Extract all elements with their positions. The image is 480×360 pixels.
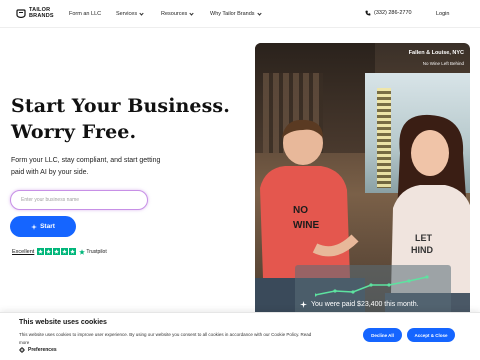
svg-text:LET: LET: [415, 233, 433, 243]
hero-photo: NO WINE LET HIND Fallen & Louise, NYC No…: [255, 43, 470, 318]
start-button[interactable]: Start: [10, 216, 76, 237]
photo-location: Fallen & Louise, NYC: [408, 50, 464, 56]
hero-subtitle: Form your LLC, stay compliant, and start…: [11, 157, 161, 176]
chevron-down-icon: [256, 10, 262, 16]
trustpilot-stars: [37, 248, 77, 255]
trustpilot-star-icon: [79, 248, 86, 255]
nav-item-form-llc[interactable]: Form an LLC: [69, 11, 116, 17]
chevron-down-icon: [139, 10, 144, 16]
hero-title-line1: Start Your Business.: [11, 95, 230, 117]
chevron-down-icon: [189, 10, 194, 16]
logo-icon: [16, 9, 26, 18]
hero-title: Start Your Business. Worry Free.: [11, 93, 230, 145]
business-name-input[interactable]: [10, 190, 148, 210]
preferences-label: Preferences: [28, 347, 57, 353]
nav-label: Services: [116, 11, 138, 17]
star-icon: [69, 248, 77, 255]
decline-all-button[interactable]: Decline All: [363, 328, 402, 342]
sparkle-icon: [31, 223, 38, 230]
cookie-text: This website uses cookies to improve use…: [19, 332, 312, 345]
nav-item-resources[interactable]: Resources: [161, 10, 210, 17]
cookie-banner: This website uses cookies This website u…: [0, 312, 480, 360]
top-header: TAILOR BRANDS Form an LLC Services Resou…: [0, 0, 480, 28]
earnings-message: You were paid $23,400 this month.: [300, 301, 419, 308]
star-icon: [61, 248, 69, 255]
phone-link[interactable]: (332) 286-2770: [365, 10, 412, 16]
nav-item-services[interactable]: Services: [116, 10, 161, 17]
svg-text:WINE: WINE: [293, 220, 319, 231]
cookie-title: This website uses cookies: [19, 319, 107, 326]
star-icon: [53, 248, 61, 255]
logo-text-line2: BRANDS: [29, 12, 54, 19]
nav-label: Resources: [161, 11, 188, 17]
earnings-sparkline: [315, 275, 429, 297]
trustpilot-label: Excellent: [12, 248, 35, 255]
trustpilot-brand: Trustpilot: [86, 248, 107, 255]
cookie-preferences-button[interactable]: Preferences: [19, 347, 57, 353]
star-icon: [45, 248, 53, 255]
svg-text:NO: NO: [293, 205, 308, 216]
star-icon: [37, 248, 45, 255]
hero-title-line2: Worry Free.: [11, 121, 137, 143]
main-nav: Form an LLC Services Resources Why Tailo…: [69, 10, 262, 17]
photo-business-name: No Wine Left Behind: [422, 61, 464, 66]
photo-caption: Fallen & Louise, NYC No Wine Left Behind: [409, 50, 464, 66]
login-link[interactable]: Login: [436, 11, 449, 17]
tailor-brands-logo[interactable]: TAILOR BRANDS: [16, 7, 54, 19]
accept-close-button[interactable]: Accept & Close: [407, 328, 455, 342]
trustpilot-logo: Trustpilot: [79, 248, 107, 255]
nav-item-why-tailor-brands[interactable]: Why Tailor Brands: [210, 10, 262, 17]
earnings-text: You were paid $23,400 this month.: [311, 301, 419, 308]
phone-icon: [365, 10, 371, 16]
nav-label: Why Tailor Brands: [210, 11, 255, 17]
earnings-card: You were paid $23,400 this month.: [295, 265, 451, 315]
svg-text:HIND: HIND: [411, 245, 433, 255]
phone-number: (332) 286-2770: [374, 10, 412, 16]
nav-label: Form an LLC: [69, 11, 102, 17]
start-button-label: Start: [40, 223, 55, 230]
gear-icon: [19, 347, 25, 353]
trustpilot-rating[interactable]: Excellent Trustpilot: [12, 248, 107, 255]
sparkle-icon: [300, 301, 307, 308]
